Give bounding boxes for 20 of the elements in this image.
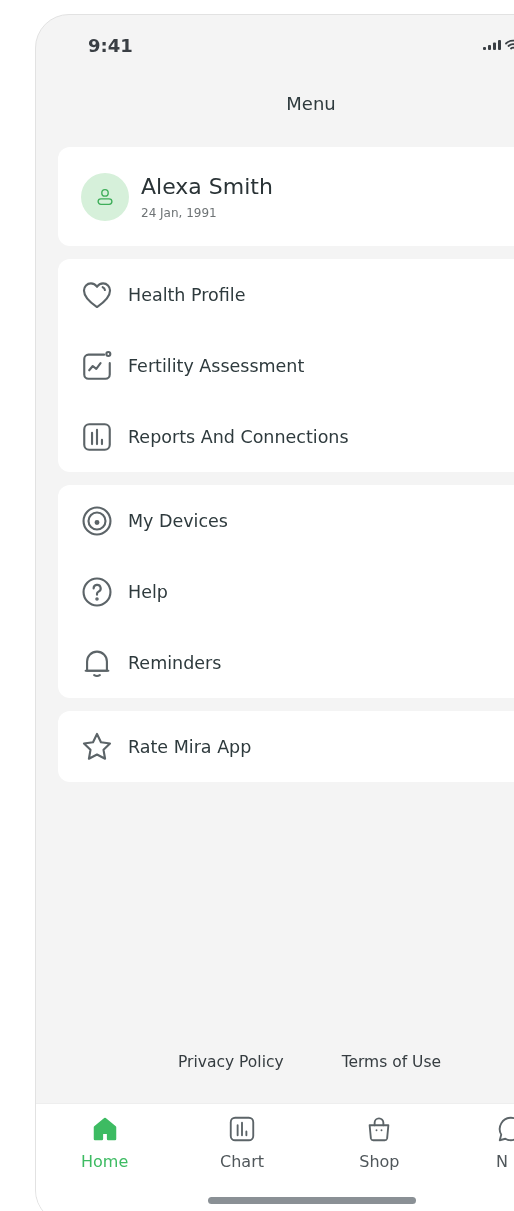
- birth-date: 24 Jan, 1991: [141, 205, 218, 220]
- footer-link[interactable]: Terms of Use: [341, 1053, 442, 1071]
- tab-item[interactable]: N: [448, 1114, 514, 1211]
- tab-item[interactable]: Shop: [310, 1114, 449, 1211]
- tab-item[interactable]: Chart: [173, 1114, 311, 1211]
- menu-item[interactable]: Reports And Connections: [58, 401, 514, 472]
- status-time: 9:41: [88, 34, 134, 56]
- signal-icon: [483, 40, 501, 50]
- menu-item[interactable]: Fertility Assessment: [58, 330, 514, 401]
- screen-title: Menu: [285, 93, 337, 116]
- menu-item[interactable]: Reminders: [58, 627, 514, 698]
- profile-card[interactable]: Alexa Smith 24 Jan, 1991: [58, 147, 514, 246]
- menu-item[interactable]: Rate Mira App: [58, 711, 514, 782]
- profile-name: Alexa Smith: [141, 173, 273, 199]
- menu-item[interactable]: Health Profile: [58, 259, 514, 330]
- footer-link[interactable]: Privacy Policy: [178, 1053, 284, 1071]
- menu-item[interactable]: My Devices: [58, 485, 514, 556]
- menu-item[interactable]: Help: [58, 556, 514, 627]
- trend-chart-icon: [80, 348, 114, 383]
- avatar-icon: [81, 172, 129, 221]
